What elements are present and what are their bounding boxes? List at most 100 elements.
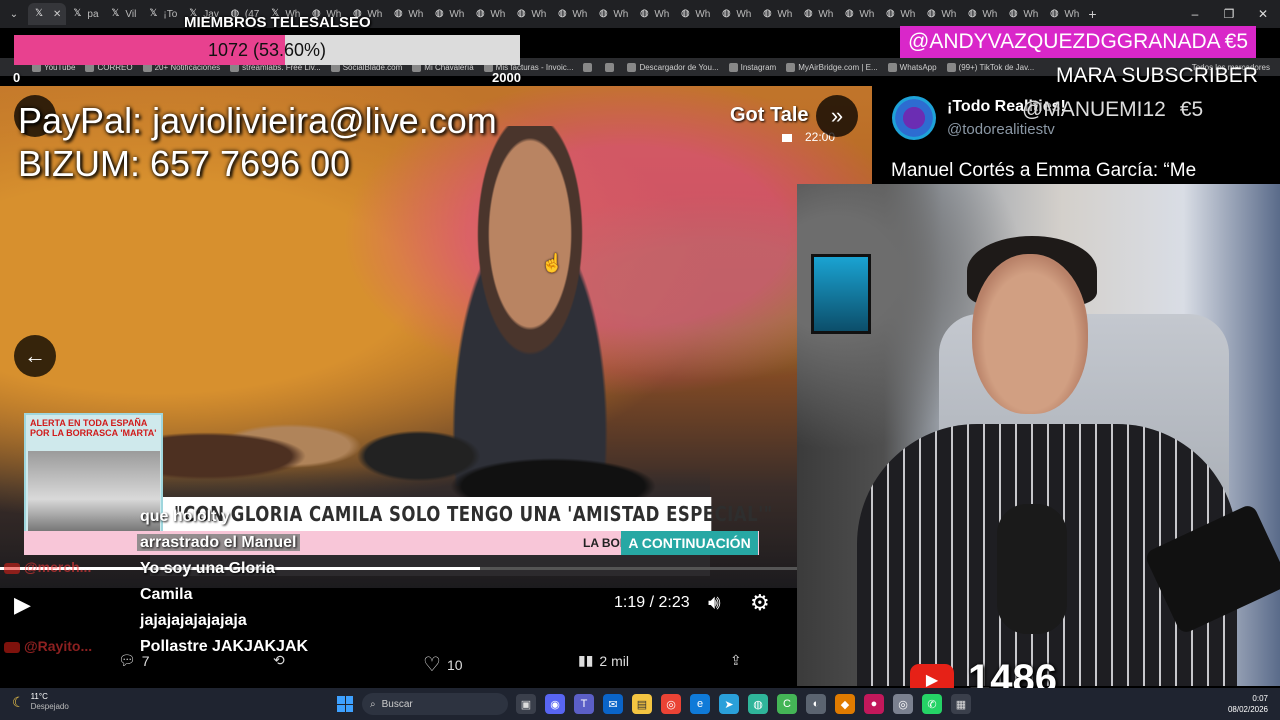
tab-label: Wh <box>736 8 752 20</box>
share-button[interactable]: ⇪ <box>730 652 742 669</box>
chrome-icon[interactable]: ◎ <box>661 694 681 714</box>
browser-tab[interactable]: ◍ Wh <box>551 3 592 25</box>
clock-date: 08/02/2026 <box>1227 705 1268 714</box>
bookmark-item[interactable]: (99+) TikTok de Jav... <box>946 62 1034 72</box>
browser-tab[interactable]: ◍ Wh <box>920 3 961 25</box>
views-chart-icon: ▮▮ <box>578 652 594 668</box>
chat-line: arrastrado el Manuel <box>137 530 308 556</box>
like-button[interactable]: ♡ 10 <box>423 652 463 677</box>
bookmark-item[interactable] <box>583 62 595 72</box>
paypal-text: PayPal: javiolivieira@live.com <box>18 100 497 141</box>
bookmark-item[interactable] <box>605 62 617 72</box>
browser-tab[interactable]: ◍ Wh <box>469 3 510 25</box>
app4-icon[interactable]: ◎ <box>893 694 913 714</box>
tab-search-chevron-icon[interactable]: ⌄ <box>4 4 24 24</box>
browser-tab[interactable]: ◍ Wh <box>510 3 551 25</box>
tab-label: Wh <box>490 8 506 20</box>
tab-label: Wh <box>859 8 875 20</box>
youtube-icon <box>4 562 20 574</box>
volume-icon[interactable]: 🔊︎ <box>708 592 721 615</box>
chat-line: Pollastre JAKJAKJAK <box>140 638 309 655</box>
browser-tab[interactable]: ◍ Wh <box>592 3 633 25</box>
browser-tab[interactable]: ◍ Wh <box>428 3 469 25</box>
tab-label: Wh <box>449 8 465 20</box>
chat-line-text: arrastrado el Manuel <box>137 534 300 551</box>
tab-label: ¡To <box>163 8 178 20</box>
system-clock[interactable]: 0:07 08/02/2026 <box>1228 693 1268 715</box>
browser-tab[interactable]: ◍ Wh <box>838 3 879 25</box>
browser-tab[interactable]: ◍ Wh <box>674 3 715 25</box>
tab-label: Wh <box>1023 8 1039 20</box>
browser-tab[interactable]: ◍ Wh <box>797 3 838 25</box>
file-explorer-icon[interactable]: ▤ <box>632 694 652 714</box>
browser-tab[interactable]: 𝕏 Vil <box>104 3 142 25</box>
browser-tab[interactable]: 𝕏pa <box>66 3 104 25</box>
app3-icon[interactable]: ● <box>864 694 884 714</box>
bookmark-item[interactable]: Descargador de You... <box>627 62 719 72</box>
next-arrow-icon[interactable]: » <box>816 95 858 137</box>
windows-start-icon[interactable] <box>337 696 353 712</box>
whatsapp-icon: ◍ <box>557 8 567 19</box>
discord-icon[interactable]: ◉ <box>545 694 565 714</box>
teams-icon[interactable]: T <box>574 694 594 714</box>
bookmark-favicon-icon <box>583 62 593 72</box>
browser-tab[interactable]: ◍ Wh <box>961 3 1002 25</box>
tab-label: Wh <box>654 8 670 20</box>
whatsapp-icon[interactable]: ✆ <box>922 694 942 714</box>
browser-tab[interactable]: ◍ Wh <box>1043 3 1084 25</box>
chat-username-1: @merch... <box>4 559 91 575</box>
browser-tab[interactable]: 𝕏 ¡To <box>142 3 182 25</box>
close-window-icon[interactable]: ✕ <box>1246 0 1280 28</box>
tab-label: pa <box>87 8 99 20</box>
bookmark-item[interactable]: WhatsApp <box>887 62 937 72</box>
browser-tab[interactable]: ◍ Wh <box>756 3 797 25</box>
new-tab-button[interactable]: + <box>1088 6 1096 22</box>
members-progress-text: 1072 (53.60%) <box>207 39 327 60</box>
bookmark-favicon-icon <box>627 62 637 72</box>
browser-tab[interactable]: ◍ Wh <box>879 3 920 25</box>
whatsapp-icon: ◍ <box>1008 8 1018 19</box>
chat-username-text: @Rayito... <box>24 638 93 654</box>
minimize-icon[interactable]: – <box>1178 0 1212 28</box>
bizum-text: BIZUM: 657 7696 00 <box>18 143 351 184</box>
whatsapp-icon: ◍ <box>844 8 854 19</box>
tab-label: Wh <box>777 8 793 20</box>
whatsapp-icon: ◍ <box>680 8 690 19</box>
whatsapp-icon: ◍ <box>1049 8 1059 19</box>
tab-label: Wh <box>1064 8 1080 20</box>
browser-icon[interactable]: ◍ <box>748 694 768 714</box>
browser-tab[interactable]: 𝕏 ✕ <box>28 3 67 25</box>
bookmark-item[interactable]: Instagram <box>728 62 776 72</box>
views-button[interactable]: ▮▮ 2 mil <box>578 652 629 669</box>
weather-widget[interactable]: ☾ 11°C Despejado <box>12 692 69 712</box>
app5-icon[interactable]: ▦ <box>951 694 971 714</box>
video-progress-bar[interactable] <box>0 567 800 570</box>
telegram-icon[interactable]: ➤ <box>719 694 739 714</box>
browser-tab[interactable]: ◍ Wh <box>387 3 428 25</box>
bookmark-label: Descargador de You... <box>639 62 719 72</box>
window-controls: – ❐ ✕ <box>1178 0 1280 28</box>
chat-messages: que hololt y arrastrado el Manuel Yo soy… <box>137 504 309 660</box>
camtasia-icon[interactable]: C <box>777 694 797 714</box>
bookmark-item[interactable]: MyAirBridge.com | E... <box>786 62 878 72</box>
share-icon: ⇪ <box>730 652 742 668</box>
settings-gear-icon[interactable]: ⚙ <box>750 590 770 616</box>
app2-icon[interactable]: ◆ <box>835 694 855 714</box>
browser-tab[interactable]: ◍ Wh <box>1002 3 1043 25</box>
task-view-icon[interactable]: ▣ <box>516 694 536 714</box>
maximize-icon[interactable]: ❐ <box>1212 0 1246 28</box>
app-icon[interactable]: ◐ <box>806 694 826 714</box>
browser-tab[interactable]: ◍ Wh <box>633 3 674 25</box>
tweet-author-handle[interactable]: @todorealitiestv <box>947 121 1055 138</box>
heart-icon: ♡ <box>423 654 441 676</box>
taskbar-search[interactable]: ⌕ Buscar <box>362 693 508 715</box>
play-icon[interactable]: ▶ <box>14 592 31 618</box>
back-arrow-icon[interactable]: ← <box>14 335 56 377</box>
edge-icon[interactable]: e <box>690 694 710 714</box>
close-tab-icon[interactable]: ✕ <box>53 9 61 20</box>
chat-username-text: @merch... <box>24 559 92 575</box>
tab-label: Vil <box>125 8 137 20</box>
avatar[interactable] <box>892 96 936 140</box>
outlook-icon[interactable]: ✉ <box>603 694 623 714</box>
browser-tab[interactable]: ◍ Wh <box>715 3 756 25</box>
